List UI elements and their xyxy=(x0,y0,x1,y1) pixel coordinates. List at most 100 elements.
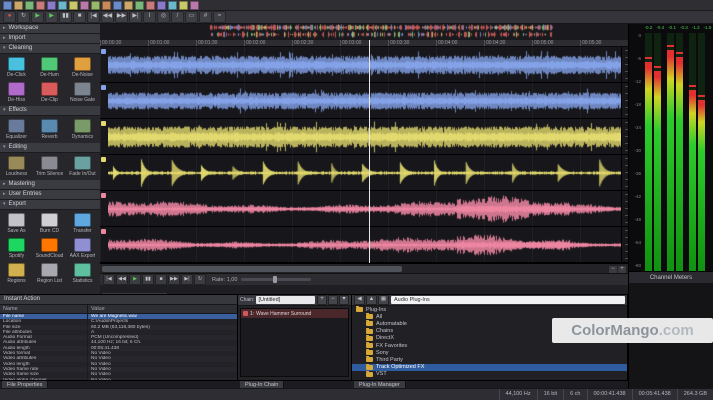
pause-button[interactable]: ▮▮ xyxy=(142,274,154,285)
add-plugin-button[interactable]: + xyxy=(317,295,327,305)
waveform-canvas[interactable] xyxy=(108,192,621,226)
tree-item-vst[interactable]: VST xyxy=(352,371,627,378)
save-as-tool[interactable]: Save As xyxy=(0,211,33,236)
de-clip-tool[interactable]: De-Clip xyxy=(33,80,66,105)
playhead-cursor[interactable] xyxy=(369,40,370,263)
waveform-canvas[interactable] xyxy=(108,48,621,82)
rewind-button[interactable]: ◀◀ xyxy=(101,11,114,23)
ruler-label[interactable]: 00:04:30 xyxy=(484,40,532,46)
regions-tool[interactable]: Regions xyxy=(0,261,33,286)
paste-icon[interactable] xyxy=(91,1,100,10)
de-click-tool[interactable]: De-Click xyxy=(0,55,33,80)
region-list-tool[interactable]: Region List xyxy=(33,261,66,286)
de-hum-tool[interactable]: De-Hum xyxy=(33,55,66,80)
burn-cd-tool[interactable]: Burn CD xyxy=(33,211,66,236)
play-all-button[interactable]: ▶ xyxy=(31,11,44,23)
stop-button[interactable]: ■ xyxy=(155,274,167,285)
waveform-canvas[interactable] xyxy=(108,120,621,154)
spectrum-view-icon[interactable] xyxy=(146,1,155,10)
tree-item-plug-ins[interactable]: Plug-Ins xyxy=(352,306,627,313)
forward-button[interactable]: ▶▶ xyxy=(168,274,180,285)
undo-icon[interactable] xyxy=(113,1,122,10)
toolbox-section-cleaning[interactable]: ▾Cleaning xyxy=(0,44,100,54)
column-name[interactable]: Name xyxy=(0,305,88,313)
open-file-icon[interactable] xyxy=(14,1,23,10)
chain-preset-dropdown[interactable]: [Untitled] xyxy=(256,296,315,304)
plugin-path-dropdown[interactable]: Audio Plug-Ins xyxy=(391,296,625,304)
rewind-button[interactable]: ◀◀ xyxy=(116,274,128,285)
ruler-label[interactable]: 00:02:00 xyxy=(244,40,292,46)
trim-silence-tool[interactable]: Trim Silence xyxy=(33,154,66,179)
horizontal-scrollbar[interactable]: − + xyxy=(100,263,628,273)
stop-button[interactable]: ■ xyxy=(73,11,86,23)
mixer-icon[interactable] xyxy=(135,1,144,10)
waveform-canvas[interactable] xyxy=(108,84,621,118)
markers-icon[interactable] xyxy=(157,1,166,10)
record-icon[interactable] xyxy=(58,1,67,10)
equalizer-tool[interactable]: Equalizer xyxy=(0,117,33,142)
ruler-label[interactable]: 00:01:00 xyxy=(148,40,196,46)
rate-slider-thumb[interactable] xyxy=(273,276,277,283)
transfer-tool[interactable]: Transfer xyxy=(66,211,99,236)
statistics-tool[interactable]: Statistics xyxy=(66,261,99,286)
ruler-label[interactable]: 00:02:30 xyxy=(292,40,340,46)
magnify-tool-button[interactable]: ◎ xyxy=(157,11,170,23)
aax-export-tool[interactable]: AAX Export xyxy=(66,236,99,261)
copy-icon[interactable] xyxy=(80,1,89,10)
cut-icon[interactable] xyxy=(69,1,78,10)
toolbox-section-user-entries[interactable]: ▸User Entries xyxy=(0,190,100,200)
view-mode-button[interactable]: ▦ xyxy=(378,295,389,305)
trim-icon[interactable] xyxy=(102,1,111,10)
reverb-tool[interactable]: Reverb xyxy=(33,117,66,142)
de-hiss-tool[interactable]: De-Hiss xyxy=(0,80,33,105)
remove-plugin-button[interactable]: − xyxy=(328,295,338,305)
ruler-label[interactable]: 00:04:00 xyxy=(436,40,484,46)
scrollbar-thumb[interactable] xyxy=(102,266,402,272)
spotify-tool[interactable]: Spotify xyxy=(0,236,33,261)
ruler-label[interactable]: 00:05:30 xyxy=(580,40,628,46)
rate-slider[interactable] xyxy=(241,278,311,281)
ruler-label[interactable]: 00:05:00 xyxy=(532,40,580,46)
toolbox-section-mastering[interactable]: ▸Mastering xyxy=(0,180,100,190)
go-to-start-button[interactable]: |◀ xyxy=(103,274,115,285)
edit-tool-button[interactable]: I xyxy=(143,11,156,23)
pencil-tool-button[interactable]: / xyxy=(171,11,184,23)
ruler-label[interactable]: 00:00:30 xyxy=(100,40,148,46)
noise-gate-tool[interactable]: Noise Gate xyxy=(66,80,99,105)
dynamics-tool[interactable]: Dynamics xyxy=(66,117,99,142)
overview-canvas[interactable] xyxy=(100,24,628,39)
loop-playback-button[interactable]: ↻ xyxy=(17,11,30,23)
plugin-chain-icon[interactable] xyxy=(179,1,188,10)
tree-item-sony[interactable]: Sony xyxy=(352,349,627,356)
time-ruler[interactable]: 00:00:3000:01:0000:01:3000:02:0000:02:30… xyxy=(100,40,628,47)
loudness-tool[interactable]: Loudness xyxy=(0,154,33,179)
preferences-icon[interactable] xyxy=(190,1,199,10)
import-audio-icon[interactable] xyxy=(47,1,56,10)
tree-item-third-party[interactable]: Third Party xyxy=(352,356,627,363)
save-all-icon[interactable] xyxy=(36,1,45,10)
ruler-label[interactable]: 00:03:00 xyxy=(340,40,388,46)
toolbox-section-import[interactable]: ▸Import xyxy=(0,34,100,44)
forward-button[interactable]: ▶▶ xyxy=(115,11,128,23)
ruler-label[interactable]: 00:03:30 xyxy=(388,40,436,46)
save-chain-button[interactable]: ▾ xyxy=(339,295,349,305)
ruler-label[interactable]: 00:01:30 xyxy=(196,40,244,46)
waveform-canvas[interactable] xyxy=(108,156,621,190)
go-to-start-button[interactable]: |◀ xyxy=(87,11,100,23)
redo-icon[interactable] xyxy=(124,1,133,10)
column-value[interactable]: Value xyxy=(88,305,237,313)
event-tool-button[interactable]: ▭ xyxy=(185,11,198,23)
save-file-icon[interactable] xyxy=(25,1,34,10)
go-to-end-button[interactable]: ▶| xyxy=(129,11,142,23)
toolbox-section-effects[interactable]: ▾Effects xyxy=(0,106,100,116)
back-button[interactable]: ◀ xyxy=(354,295,365,305)
fade-in-out-tool[interactable]: Fade In/Out xyxy=(66,154,99,179)
go-to-end-button[interactable]: ▶| xyxy=(181,274,193,285)
play-button[interactable]: ▶ xyxy=(45,11,58,23)
record-button[interactable]: ● xyxy=(3,11,16,23)
tree-item-fx-favorites[interactable]: FX Favorites xyxy=(352,342,627,349)
pause-button[interactable]: ▮▮ xyxy=(59,11,72,23)
up-one-level-button[interactable]: ▲ xyxy=(366,295,377,305)
channel-meters-tab[interactable]: Channel Meters xyxy=(629,271,713,283)
loop-playback-button[interactable]: ↻ xyxy=(194,274,206,285)
